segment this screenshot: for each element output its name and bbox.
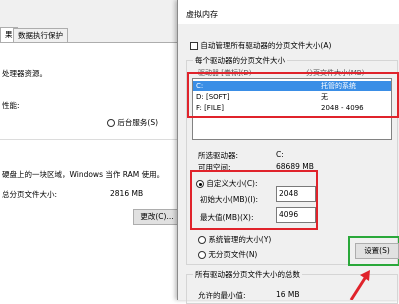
pointer-arrow-icon xyxy=(349,270,370,300)
auto-manage-checkbox-box[interactable] xyxy=(190,42,198,50)
maximum-size-label: 最大值(MB)(X): xyxy=(200,213,254,222)
virtual-memory-description: 硬盘上的一块区域，Windows 当作 RAM 使用。 xyxy=(2,170,165,179)
initial-size-field[interactable]: 2048 xyxy=(276,186,316,202)
total-group-label: 所有驱动器分页文件大小的总数 xyxy=(193,269,302,280)
custom-size-label: 自定义大小(C): xyxy=(206,179,258,188)
min-allowed-value: 16 MB xyxy=(276,290,300,299)
selected-drive-label: 所选驱动器: xyxy=(198,151,239,160)
divider xyxy=(0,139,184,140)
system-managed-radio-circle[interactable] xyxy=(198,236,206,244)
total-paging-file-label: 总分页文件大小: xyxy=(2,190,58,199)
no-paging-file-radio-circle[interactable] xyxy=(198,251,206,259)
custom-size-radio[interactable]: 自定义大小(C): xyxy=(196,178,258,189)
initial-size-label: 初始大小(MB)(I): xyxy=(200,195,259,204)
maximum-size-field[interactable]: 4096 xyxy=(276,207,316,223)
custom-size-radio-circle[interactable] xyxy=(196,180,204,188)
processor-text: 处理器资源。 xyxy=(2,69,47,78)
auto-manage-checkbox[interactable]: 自动管理所有驱动器的分页文件大小(A) xyxy=(190,40,331,51)
advanced-tab-page: 处理器资源。 性能: 后台服务(S) 硬盘上的一块区域，Windows 当作 R… xyxy=(0,42,184,301)
title-bar[interactable]: 虚拟内存 xyxy=(178,0,399,24)
no-paging-file-radio[interactable]: 无分页文件(N) xyxy=(198,249,257,260)
total-paging-file-value: 2816 MB xyxy=(110,189,144,198)
no-paging-file-label: 无分页文件(N) xyxy=(208,250,258,259)
background-services-radio-circle[interactable] xyxy=(107,119,115,127)
performance-options-dialog: 果 数据执行保护 处理器资源。 性能: 后台服务(S) 硬盘上的一块区域，Win… xyxy=(0,0,185,301)
set-button[interactable]: 设置(S) xyxy=(355,243,399,259)
system-managed-radio[interactable]: 系统管理的大小(Y) xyxy=(198,234,271,245)
drive-list-highlight xyxy=(187,72,399,118)
background-services-label: 后台服务(S) xyxy=(117,118,159,127)
system-managed-label: 系统管理的大小(Y) xyxy=(208,235,272,244)
tab-effects-label: 果 xyxy=(5,30,13,39)
change-button[interactable]: 更改(C)... xyxy=(133,209,181,225)
tab-dep-label: 数据执行保护 xyxy=(18,31,63,40)
per-drive-group-label: 每个驱动器的分页文件大小 xyxy=(193,55,287,66)
dialog-title: 虚拟内存 xyxy=(186,10,218,19)
virtual-memory-dialog: 虚拟内存 自动管理所有驱动器的分页文件大小(A) 每个驱动器的分页文件大小 驱动… xyxy=(177,0,399,304)
auto-manage-label: 自动管理所有驱动器的分页文件大小(A) xyxy=(200,41,332,50)
performance-text: 性能: xyxy=(2,101,20,110)
selected-drive-value: C: xyxy=(276,150,284,159)
min-allowed-label: 允许的最小值: xyxy=(198,291,246,300)
background-services-radio[interactable]: 后台服务(S) xyxy=(107,117,158,128)
